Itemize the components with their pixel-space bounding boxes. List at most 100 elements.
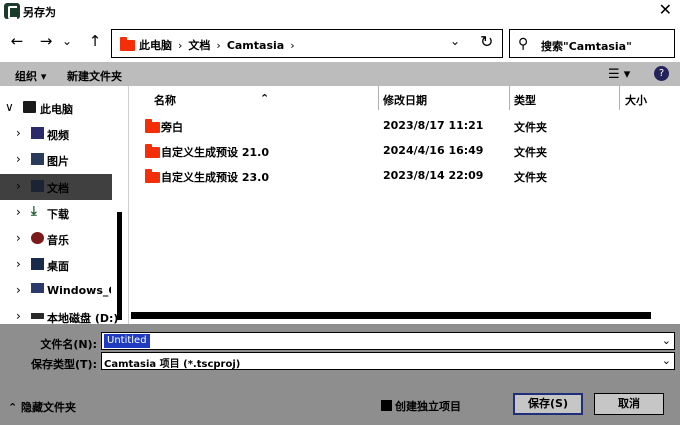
up-arrow-icon[interactable]: ↑ (84, 30, 106, 52)
file-modified: 2024/4/16 16:49 (383, 144, 484, 157)
sidebar-item-desktop[interactable]: › 桌面 (0, 252, 112, 278)
breadcrumb-item-documents[interactable]: 文档 (188, 37, 210, 53)
filename-input[interactable]: Untitled (104, 334, 150, 348)
column-header-size[interactable]: 大小 (625, 92, 647, 108)
search-box[interactable]: ⚲ 搜索"Camtasia" (509, 29, 675, 58)
close-icon[interactable]: ✕ (659, 1, 672, 19)
command-toolbar: 组织 ▾ 新建文件夹 ☰ ▾ ? (0, 62, 680, 86)
sidebar-item-pictures[interactable]: › 图片 (0, 147, 112, 173)
sidebar-item-label: 桌面 (47, 260, 69, 273)
chevron-right-icon[interactable]: › (16, 283, 21, 297)
breadcrumb-item-camtasia[interactable]: Camtasia (227, 39, 284, 52)
file-name: 旁白 (161, 121, 183, 134)
folder-icon (120, 37, 135, 51)
sidebar-item-documents[interactable]: › 文档 (0, 174, 112, 200)
filename-field[interactable]: Untitled ⌄ (101, 332, 675, 350)
sidebar-item-label: 下载 (47, 208, 69, 221)
sidebar-item-this-pc[interactable]: ∨ 此电脑 (0, 95, 112, 121)
navigation-bar: ← → ⌄ ↑ 此电脑 › 文档 › Camtasia › ⌄ ↻ ⚲ 搜索"Camtas… (0, 24, 680, 62)
breadcrumb-item-this-pc[interactable]: 此电脑 (139, 37, 172, 53)
forward-arrow-icon[interactable]: → (35, 30, 57, 52)
desktop-icon (31, 258, 44, 270)
sidebar-item-label: 文档 (47, 182, 69, 195)
horizontal-scrollbar[interactable] (131, 312, 651, 319)
filetype-label: 保存类型(T): (31, 358, 97, 371)
file-type: 文件夹 (514, 171, 547, 184)
breadcrumb: 此电脑 › 文档 › Camtasia › (139, 37, 301, 53)
chevron-right-icon[interactable]: › (16, 179, 21, 193)
refresh-icon[interactable]: ↻ (480, 32, 493, 51)
independent-project-option[interactable]: 创建独立项目 (381, 398, 461, 414)
video-icon (31, 127, 44, 139)
file-name: 自定义生成预设 23.0 (161, 171, 269, 184)
folder-icon (145, 144, 160, 158)
computer-icon (23, 101, 36, 113)
title-bar: 另存为 ✕ (0, 0, 680, 24)
new-folder-button[interactable]: 新建文件夹 (67, 68, 122, 84)
address-bar[interactable]: 此电脑 › 文档 › Camtasia › ⌄ ↻ (111, 29, 503, 58)
chevron-right-icon[interactable]: › (290, 39, 294, 52)
save-button[interactable]: 保存(S) (513, 393, 583, 415)
chevron-right-icon[interactable]: › (16, 152, 21, 166)
column-divider[interactable] (509, 86, 510, 110)
chevron-right-icon[interactable]: › (16, 205, 21, 219)
pictures-icon (31, 153, 44, 165)
file-type: 文件夹 (514, 121, 547, 134)
sidebar-item-downloads[interactable]: › ⤓ 下载 (0, 200, 112, 226)
file-modified: 2023/8/14 22:09 (383, 169, 484, 182)
independent-project-checkbox[interactable] (381, 400, 392, 411)
sidebar-item-label: 此电脑 (40, 103, 73, 116)
sidebar-item-label: 图片 (47, 155, 69, 168)
folder-icon (145, 119, 160, 133)
chevron-right-icon[interactable]: › (178, 39, 182, 52)
drive-icon (31, 283, 44, 293)
chevron-right-icon[interactable]: › (216, 39, 220, 52)
file-name: 自定义生成预设 21.0 (161, 146, 269, 159)
camtasia-app-icon (4, 3, 20, 19)
file-type: 文件夹 (514, 146, 547, 159)
download-icon: ⤓ (31, 204, 37, 219)
view-options-icon[interactable]: ☰ ▾ (608, 67, 630, 82)
chevron-right-icon[interactable]: › (16, 231, 21, 245)
column-header-modified[interactable]: 修改日期 (383, 92, 427, 108)
help-icon[interactable]: ? (654, 66, 669, 81)
back-arrow-icon[interactable]: ← (6, 30, 28, 52)
sidebar-item-videos[interactable]: › 视频 (0, 121, 112, 147)
file-modified: 2023/8/17 11:21 (383, 119, 484, 132)
search-input[interactable]: 搜索"Camtasia" (541, 38, 632, 54)
column-header-name[interactable]: 名称 (154, 92, 176, 108)
chevron-right-icon[interactable]: › (16, 126, 21, 140)
independent-project-label: 创建独立项目 (395, 400, 461, 413)
navigation-scrollbar[interactable] (117, 212, 122, 320)
music-icon (31, 232, 44, 244)
recent-locations-chevron-icon[interactable]: ⌄ (60, 30, 74, 52)
chevron-down-icon[interactable]: ⌄ (450, 34, 460, 48)
search-icon: ⚲ (518, 36, 529, 52)
documents-icon (31, 180, 44, 192)
organize-button[interactable]: 组织 ▾ (15, 68, 46, 84)
sort-ascending-icon: ⌃ (260, 92, 270, 105)
list-item[interactable]: 旁白 2023/8/17 11:21 文件夹 (129, 113, 680, 138)
cancel-button[interactable]: 取消 (594, 393, 664, 415)
save-form: 文件名(N): Untitled ⌄ 保存类型(T): Camtasia 项目 … (0, 324, 680, 377)
filetype-value: Camtasia 项目 (*.tscproj) (104, 359, 241, 370)
folder-icon (145, 169, 160, 183)
chevron-down-icon[interactable]: ⌄ (662, 334, 671, 347)
column-divider[interactable] (619, 86, 620, 110)
chevron-right-icon[interactable]: › (16, 309, 21, 323)
chevron-down-icon[interactable]: ∨ (5, 100, 14, 114)
list-item[interactable]: 自定义生成预设 21.0 2024/4/16 16:49 文件夹 (129, 138, 680, 163)
hide-folders-button[interactable]: ⌃ 隐藏文件夹 (8, 399, 76, 415)
sidebar-item-label: Windows_OS ( (47, 284, 111, 297)
sidebar-item-windows-os[interactable]: › Windows_OS ( (0, 278, 112, 304)
navigation-pane: ∨ 此电脑 › 视频 › 图片 › 文档 › ⤓ 下载 › 音乐 › 桌面 › … (0, 86, 128, 325)
window-title: 另存为 (23, 6, 56, 19)
filetype-select[interactable]: Camtasia 项目 (*.tscproj) ⌄ (101, 352, 675, 370)
chevron-down-icon[interactable]: ⌄ (662, 354, 671, 367)
sidebar-item-music[interactable]: › 音乐 (0, 226, 112, 252)
list-item[interactable]: 自定义生成预设 23.0 2023/8/14 22:09 文件夹 (129, 163, 680, 188)
chevron-right-icon[interactable]: › (16, 257, 21, 271)
column-divider[interactable] (378, 86, 379, 110)
column-header-type[interactable]: 类型 (514, 92, 536, 108)
filename-label: 文件名(N): (40, 338, 97, 351)
